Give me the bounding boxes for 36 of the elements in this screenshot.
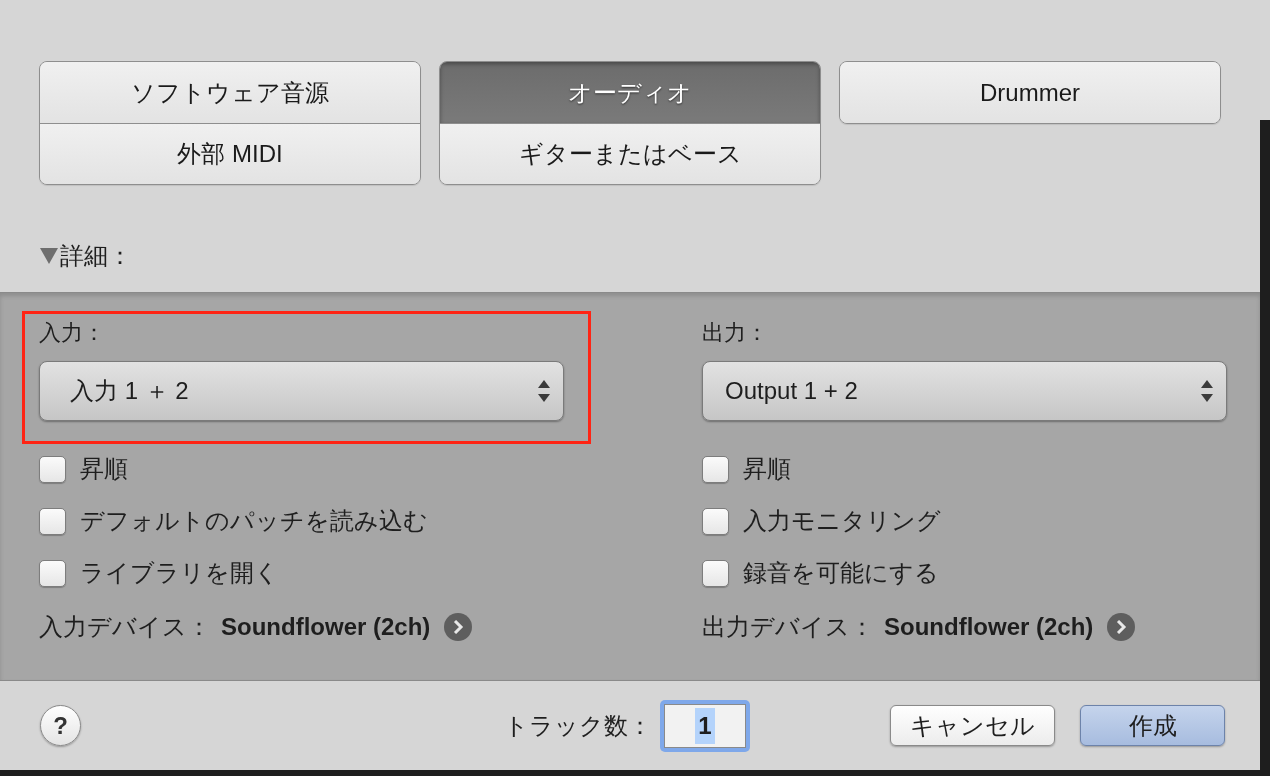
- track-count-field[interactable]: 1: [660, 699, 750, 752]
- track-type-tab[interactable]: ソフトウェア音源: [40, 62, 420, 123]
- chevron-button-icon[interactable]: [444, 613, 473, 641]
- dialog-button[interactable]: キャンセル: [890, 705, 1055, 746]
- checkbox-label: 昇順: [743, 454, 791, 484]
- track-type-tab[interactable]: オーディオ: [440, 62, 820, 123]
- device-name: Soundflower (2ch): [221, 612, 431, 642]
- device-label: 出力デバイス：: [702, 612, 874, 642]
- checkbox-label: 録音を可能にする: [743, 558, 939, 588]
- field-label: 入力：: [39, 318, 105, 347]
- chevron-button-icon[interactable]: [1107, 613, 1136, 641]
- up-down-arrows-icon: [538, 380, 550, 402]
- field-label: 出力：: [702, 318, 768, 347]
- track-count-label: トラック数：: [504, 710, 652, 741]
- dialog-button[interactable]: 作成: [1080, 705, 1225, 746]
- checkbox-label: 入力モニタリング: [743, 506, 941, 536]
- checkbox-label: ライブラリを開く: [80, 558, 279, 588]
- checkbox[interactable]: [39, 507, 66, 535]
- checkbox[interactable]: [39, 559, 66, 587]
- device-name: Soundflower (2ch): [884, 612, 1094, 642]
- up-down-arrows-icon: [1201, 380, 1213, 402]
- checkbox-label: 昇順: [80, 454, 128, 484]
- track-type-tab[interactable]: Drummer: [840, 62, 1220, 123]
- popup-button[interactable]: Output 1 + 2: [702, 361, 1227, 421]
- checkbox[interactable]: [39, 455, 66, 483]
- track-type-tab[interactable]: ギターまたはベース: [440, 123, 820, 184]
- checkbox-label: デフォルトのパッチを読み込む: [80, 506, 428, 536]
- checkbox[interactable]: [702, 507, 729, 535]
- checkbox[interactable]: [702, 455, 729, 483]
- checkbox[interactable]: [702, 559, 729, 587]
- popup-button[interactable]: 入力 1 ＋ 2: [39, 361, 564, 421]
- track-type-tab[interactable]: 外部 MIDI: [40, 123, 420, 184]
- details-disclosure[interactable]: 詳細：: [40, 238, 132, 274]
- device-label: 入力デバイス：: [39, 612, 211, 642]
- help-button[interactable]: ?: [40, 705, 81, 746]
- track-count-value: 1: [695, 707, 715, 744]
